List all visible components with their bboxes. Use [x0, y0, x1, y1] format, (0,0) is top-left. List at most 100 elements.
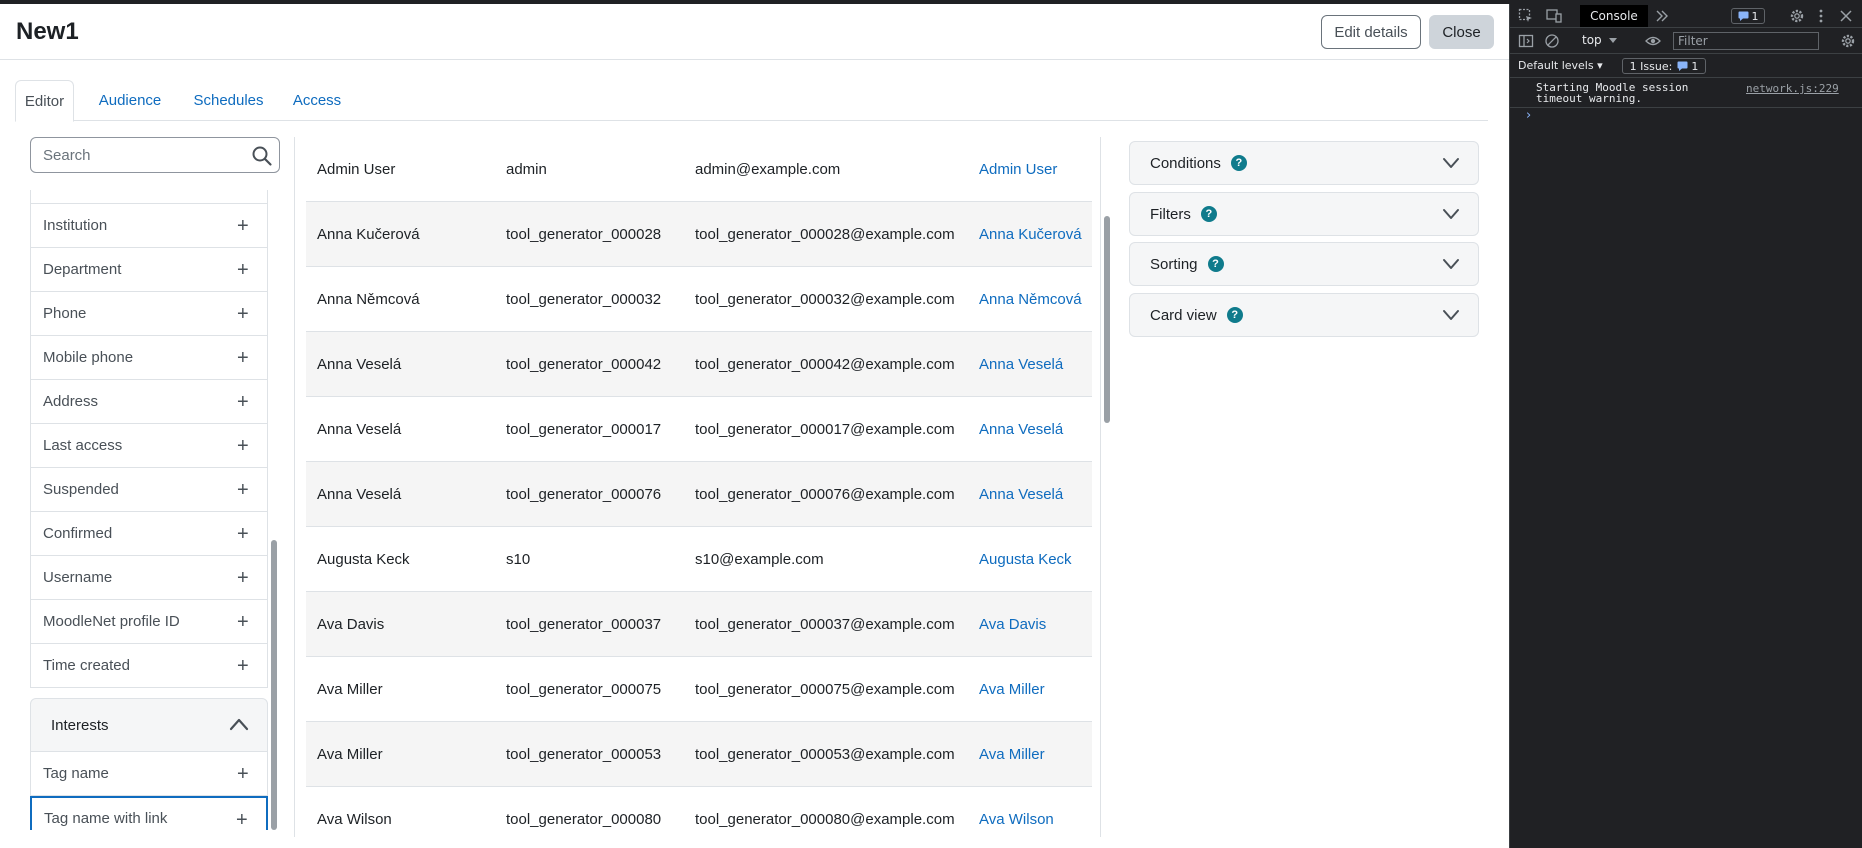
log-message-line: timeout warning. — [1536, 92, 1642, 105]
issues-counter[interactable]: 1 Issue: 1 — [1622, 58, 1706, 74]
sidebar-list: Institution + Department + Phone + Mobile p… — [30, 190, 268, 830]
sidebar-item-time-created[interactable]: Time created + — [30, 644, 268, 688]
log-source-link[interactable]: network.js:229 — [1746, 82, 1839, 95]
plus-icon[interactable]: + — [237, 568, 251, 588]
sidebar-toggle-icon[interactable] — [1518, 33, 1534, 49]
plus-icon[interactable]: + — [237, 764, 251, 784]
sidebar-item-phone[interactable]: Phone + — [30, 292, 268, 336]
message-badge[interactable]: 1 — [1731, 8, 1765, 24]
sidebar-item-moodlenet-profile-id[interactable]: MoodleNet profile ID + — [30, 600, 268, 644]
chevron-down-icon[interactable] — [1442, 157, 1460, 169]
sorting-panel[interactable]: Sorting? — [1129, 242, 1479, 286]
chevron-down-icon[interactable] — [1442, 309, 1460, 321]
table-cell-fullname-link[interactable]: Anna Veselá — [979, 462, 1063, 527]
kebab-menu-icon[interactable] — [1813, 8, 1829, 24]
sidebar-item-label: Last access — [43, 437, 123, 454]
plus-icon[interactable]: + — [237, 348, 251, 368]
help-icon[interactable]: ? — [1200, 206, 1217, 222]
table-cell-fullname-link[interactable]: Ava Davis — [979, 592, 1046, 657]
table-cell-fullname-link[interactable]: Anna Veselá — [979, 332, 1063, 397]
table-cell-email: s10@example.com — [695, 551, 824, 568]
plus-icon[interactable]: + — [237, 524, 251, 544]
sidebar-item-address[interactable]: Address + — [30, 380, 268, 424]
message-icon — [1677, 61, 1688, 71]
issues-count: 1 — [1691, 59, 1699, 73]
plus-icon[interactable]: + — [237, 612, 251, 632]
more-tabs-icon[interactable] — [1654, 8, 1670, 24]
sidebar-item-last-access[interactable]: Last access + — [30, 424, 268, 468]
table-cell-username: tool_generator_000080 — [506, 811, 662, 828]
plus-icon[interactable]: + — [237, 436, 251, 456]
sidebar-group-interests[interactable]: Interests — [30, 698, 268, 752]
tab-editor[interactable]: Editor — [15, 80, 74, 122]
plus-icon[interactable]: + — [237, 260, 251, 280]
sidebar-item-suspended[interactable]: Suspended + — [30, 468, 268, 512]
close-button[interactable]: Close — [1429, 15, 1494, 49]
panel-label: Filters — [1150, 205, 1191, 223]
console-filter-input[interactable] — [1673, 32, 1819, 50]
table-row: Ava Wilson tool_generator_000080 tool_ge… — [306, 787, 1092, 837]
console-prompt[interactable]: › — [1526, 108, 1531, 123]
sidebar-item-institution[interactable]: Institution + — [30, 204, 268, 248]
console-toolbar: top — [1510, 28, 1862, 54]
plus-icon[interactable]: + — [237, 656, 251, 676]
table-cell-username: tool_generator_000053 — [506, 746, 662, 763]
inspect-element-icon[interactable] — [1518, 8, 1534, 24]
plus-icon[interactable]: + — [237, 216, 251, 236]
sidebar-item-tag-name[interactable]: Tag name + — [30, 752, 268, 796]
table-cell-fullname-link[interactable]: Anna Veselá — [979, 397, 1063, 462]
plus-icon[interactable]: + — [237, 480, 251, 500]
chevron-down-icon[interactable] — [1442, 258, 1460, 270]
clear-console-icon[interactable] — [1544, 33, 1560, 49]
sidebar-item-department[interactable]: Department + — [30, 248, 268, 292]
help-icon[interactable]: ? — [1226, 307, 1243, 323]
plus-icon[interactable]: + — [237, 392, 251, 412]
sidebar-item-username[interactable]: Username + — [30, 556, 268, 600]
table-cell-fullname-link[interactable]: Admin User — [979, 137, 1057, 202]
panel-label: Card view — [1150, 306, 1217, 324]
table-cell-username: tool_generator_000076 — [506, 486, 662, 503]
table-cell-fullname-link[interactable]: Anna Kučerová — [979, 202, 1082, 267]
eye-icon[interactable] — [1645, 33, 1661, 49]
tab-audience[interactable]: Audience — [89, 80, 171, 121]
table-cell-fullname-link[interactable]: Anna Němcová — [979, 267, 1082, 332]
search-input[interactable] — [31, 138, 236, 172]
page-title: New1 — [16, 18, 79, 45]
gear-icon[interactable] — [1789, 8, 1805, 24]
sidebar-item-confirmed[interactable]: Confirmed + — [30, 512, 268, 556]
default-levels-dropdown[interactable]: Default levels ▾ — [1518, 59, 1603, 72]
tab-access[interactable]: Access — [286, 80, 348, 121]
table-cell-fullname: Anna Veselá — [317, 356, 402, 373]
table-divider — [1100, 137, 1101, 837]
plus-icon[interactable]: + — [236, 810, 250, 830]
tab-schedules[interactable]: Schedules — [186, 80, 271, 121]
table-row: Augusta Keck s10 s10@example.com Augusta… — [306, 527, 1092, 592]
table-scrollbar[interactable] — [1104, 216, 1110, 423]
chevron-up-icon[interactable] — [229, 717, 249, 731]
issues-label: 1 Issue: — [1629, 59, 1673, 73]
conditions-panel[interactable]: Conditions? — [1129, 141, 1479, 185]
caret-down-icon[interactable] — [1608, 35, 1618, 45]
context-selector[interactable]: top — [1582, 33, 1602, 47]
card-view-panel[interactable]: Card view? — [1129, 293, 1479, 337]
help-icon[interactable]: ? — [1207, 256, 1224, 272]
plus-icon[interactable]: + — [237, 304, 251, 324]
table-cell-fullname-link[interactable]: Ava Wilson — [979, 787, 1054, 837]
edit-details-button[interactable]: Edit details — [1321, 15, 1421, 49]
device-toolbar-icon[interactable] — [1546, 8, 1562, 24]
tab-console[interactable]: Console — [1580, 5, 1648, 27]
search-icon[interactable] — [251, 145, 273, 167]
table-row: Anna Němcová tool_generator_000032 tool_… — [306, 267, 1092, 332]
sidebar-item-mobile-phone[interactable]: Mobile phone + — [30, 336, 268, 380]
sidebar-scrollbar[interactable] — [271, 540, 277, 830]
console-settings-gear-icon[interactable] — [1840, 33, 1856, 49]
table-cell-fullname-link[interactable]: Ava Miller — [979, 722, 1045, 787]
chevron-down-icon[interactable] — [1442, 208, 1460, 220]
close-icon[interactable] — [1838, 8, 1854, 24]
table-cell-fullname-link[interactable]: Augusta Keck — [979, 527, 1072, 592]
filters-panel[interactable]: Filters? — [1129, 192, 1479, 236]
table-cell-fullname-link[interactable]: Ava Miller — [979, 657, 1045, 722]
sidebar-item-label: Institution — [43, 217, 108, 234]
sidebar-item-tag-name-with-link[interactable]: Tag name with link + — [30, 796, 268, 830]
help-icon[interactable]: ? — [1230, 155, 1247, 171]
